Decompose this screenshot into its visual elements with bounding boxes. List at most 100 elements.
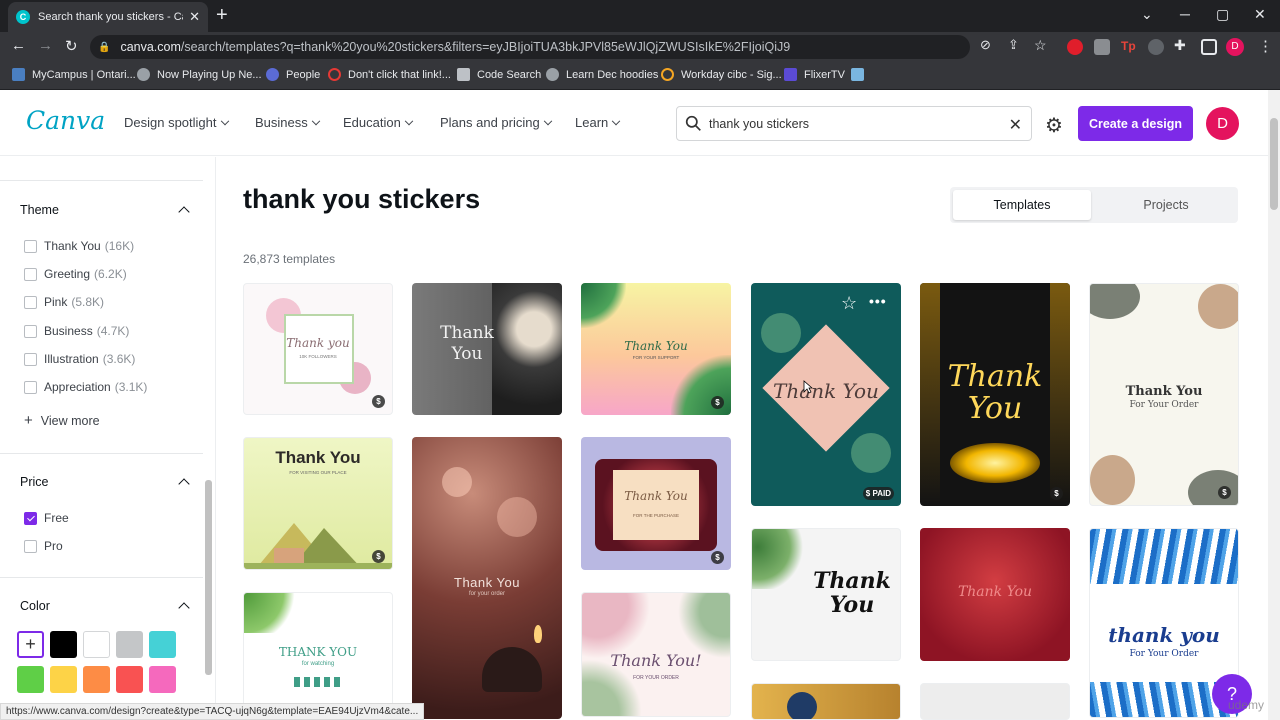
checkbox-checked[interactable]: [24, 511, 37, 525]
price-option-free[interactable]: Free: [24, 511, 69, 525]
theme-option[interactable]: Business (4.7K): [24, 324, 129, 338]
address-bar[interactable]: 🔒 canva.com/search/templates?q=thank%20y…: [90, 35, 970, 59]
menu-education[interactable]: Education: [343, 115, 414, 130]
template-card[interactable]: Thank You: [412, 283, 562, 415]
bookmark-item[interactable]: FlixerTV: [784, 68, 845, 81]
bookmark-item[interactable]: Now Playing Up Ne...: [137, 68, 262, 81]
bookmark-item[interactable]: MyCampus | Ontari...: [12, 68, 136, 81]
bookmark-item[interactable]: Don't click that link!...: [328, 68, 451, 81]
theme-option[interactable]: Illustration (3.6K): [24, 352, 135, 366]
price-option-pro[interactable]: Pro: [24, 539, 63, 553]
color-swatch-yellow[interactable]: [50, 666, 77, 693]
view-more-link[interactable]: + View more: [24, 412, 100, 429]
more-options-icon[interactable]: •••: [869, 293, 891, 315]
checkbox[interactable]: [24, 324, 37, 338]
color-swatch-black[interactable]: [50, 631, 77, 658]
page-scrollbar-thumb[interactable]: [1270, 118, 1278, 210]
checkbox[interactable]: [24, 267, 37, 281]
new-tab-icon[interactable]: +: [216, 4, 228, 26]
extension-icon[interactable]: [1067, 39, 1083, 55]
create-design-button[interactable]: Create a design: [1078, 106, 1193, 141]
side-panel-icon[interactable]: [1201, 39, 1217, 55]
checkbox[interactable]: [24, 239, 37, 253]
reload-icon[interactable]: ↻: [65, 37, 78, 55]
profile-avatar[interactable]: D: [1226, 38, 1244, 56]
minimize-icon[interactable]: ─: [1180, 6, 1190, 22]
gear-icon[interactable]: ⚙: [1045, 113, 1063, 138]
bookmark-item[interactable]: People: [266, 68, 320, 81]
price-filter-title[interactable]: Price: [20, 475, 48, 489]
sidebar-scrollbar[interactable]: [205, 480, 212, 675]
close-window-icon[interactable]: ✕: [1254, 6, 1266, 23]
mouse-cursor-icon: [803, 380, 813, 394]
checkbox[interactable]: [24, 539, 37, 553]
close-tab-icon[interactable]: ✕: [189, 9, 200, 25]
template-card[interactable]: Thank You! FOR YOUR ORDER: [581, 592, 731, 717]
template-card[interactable]: Thank You For Your Order $: [1089, 283, 1239, 506]
puzzle-icon[interactable]: ✚: [1174, 37, 1186, 54]
browser-tab[interactable]: C Search thank you stickers - Canva ✕: [8, 2, 208, 32]
template-card[interactable]: Thank You for your order: [412, 437, 562, 719]
bookmark-item[interactable]: Code Search: [457, 68, 541, 81]
custom-color-swatch[interactable]: +: [17, 631, 44, 658]
menu-plans-pricing[interactable]: Plans and pricing: [440, 115, 552, 130]
share-icon[interactable]: ⇪: [1008, 37, 1019, 53]
checkbox[interactable]: [24, 352, 37, 366]
template-card[interactable]: Thank You: [920, 528, 1070, 661]
theme-filter-title[interactable]: Theme: [20, 203, 59, 217]
eye-off-icon[interactable]: ⊘: [980, 37, 991, 53]
template-card-hovered[interactable]: Thank You ☆ ••• $ PAID: [751, 283, 901, 506]
search-input[interactable]: [709, 116, 989, 131]
template-card[interactable]: THANK YOU for watching: [243, 592, 393, 712]
bookmark-item[interactable]: Learn Dec hoodies: [546, 68, 658, 81]
bookmark-item[interactable]: Workday cibc - Sig...: [661, 68, 782, 81]
avatar[interactable]: D: [1206, 107, 1239, 140]
color-swatch-white[interactable]: [83, 631, 110, 658]
chevron-up-icon[interactable]: [178, 478, 190, 490]
template-card[interactable]: [920, 683, 1070, 720]
menu-icon[interactable]: ⋮: [1258, 37, 1273, 55]
color-swatch-teal[interactable]: [149, 631, 176, 658]
color-swatch-orange[interactable]: [83, 666, 110, 693]
chevron-up-icon[interactable]: [178, 206, 190, 218]
theme-option[interactable]: Thank You (16K): [24, 239, 134, 253]
template-card[interactable]: Thank You FOR YOUR SUPPORT $: [581, 283, 731, 415]
back-icon[interactable]: ←: [11, 37, 26, 54]
clear-search-icon[interactable]: ✕: [1009, 115, 1022, 135]
theme-option[interactable]: Pink (5.8K): [24, 295, 104, 309]
maximize-icon[interactable]: ▢: [1216, 6, 1229, 23]
option-label: Business: [44, 324, 93, 338]
template-card[interactable]: Thank You $: [920, 283, 1070, 506]
template-card[interactable]: [751, 683, 901, 720]
color-swatch-gray[interactable]: [116, 631, 143, 658]
template-card[interactable]: Thank you 10K FOLLOWERS $: [243, 283, 393, 415]
checkbox[interactable]: [24, 295, 37, 309]
menu-design-spotlight[interactable]: Design spotlight: [124, 115, 229, 130]
tab-templates[interactable]: Templates: [953, 190, 1091, 220]
template-card[interactable]: Thank You: [751, 528, 901, 661]
extension-icon[interactable]: Tp: [1121, 39, 1137, 55]
template-card[interactable]: Thank You FOR THE PURCHASE $: [581, 437, 731, 570]
bookmark-item[interactable]: [851, 68, 871, 81]
chevron-up-icon[interactable]: [178, 602, 190, 614]
star-icon[interactable]: ☆: [841, 293, 863, 315]
people-icon: [266, 68, 279, 81]
template-card[interactable]: Thank You FOR VISITING OUR PLACE $: [243, 437, 393, 570]
tab-projects[interactable]: Projects: [1097, 190, 1235, 220]
color-filter-title[interactable]: Color: [20, 599, 50, 613]
checkbox[interactable]: [24, 380, 37, 394]
bookmark-star-icon[interactable]: ☆: [1034, 37, 1047, 54]
forward-icon[interactable]: →: [38, 37, 53, 54]
play-icon: [784, 68, 797, 81]
tab-search-icon[interactable]: ⌄: [1141, 6, 1153, 23]
canva-logo[interactable]: Canva: [26, 106, 105, 135]
theme-option[interactable]: Greeting (6.2K): [24, 267, 127, 281]
extension-icon[interactable]: [1094, 39, 1110, 55]
color-swatch-green[interactable]: [17, 666, 44, 693]
menu-learn[interactable]: Learn: [575, 115, 621, 130]
color-swatch-pink[interactable]: [149, 666, 176, 693]
extension-icon[interactable]: [1148, 39, 1164, 55]
theme-option[interactable]: Appreciation (3.1K): [24, 380, 147, 394]
color-swatch-red[interactable]: [116, 666, 143, 693]
menu-business[interactable]: Business: [255, 115, 320, 130]
